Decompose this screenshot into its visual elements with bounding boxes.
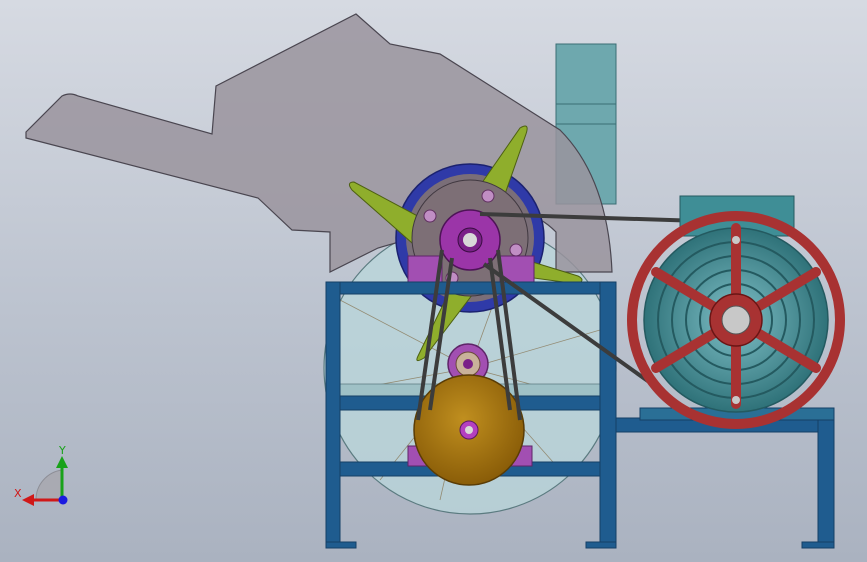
triad-y-label: Y bbox=[58, 444, 66, 457]
triad-x-label: X bbox=[14, 487, 22, 500]
cad-viewport[interactable]: Y X bbox=[0, 0, 867, 562]
axis-triad-icon bbox=[22, 456, 68, 506]
electric-motor bbox=[627, 195, 845, 429]
machine-drawing: Y X bbox=[14, 13, 845, 549]
